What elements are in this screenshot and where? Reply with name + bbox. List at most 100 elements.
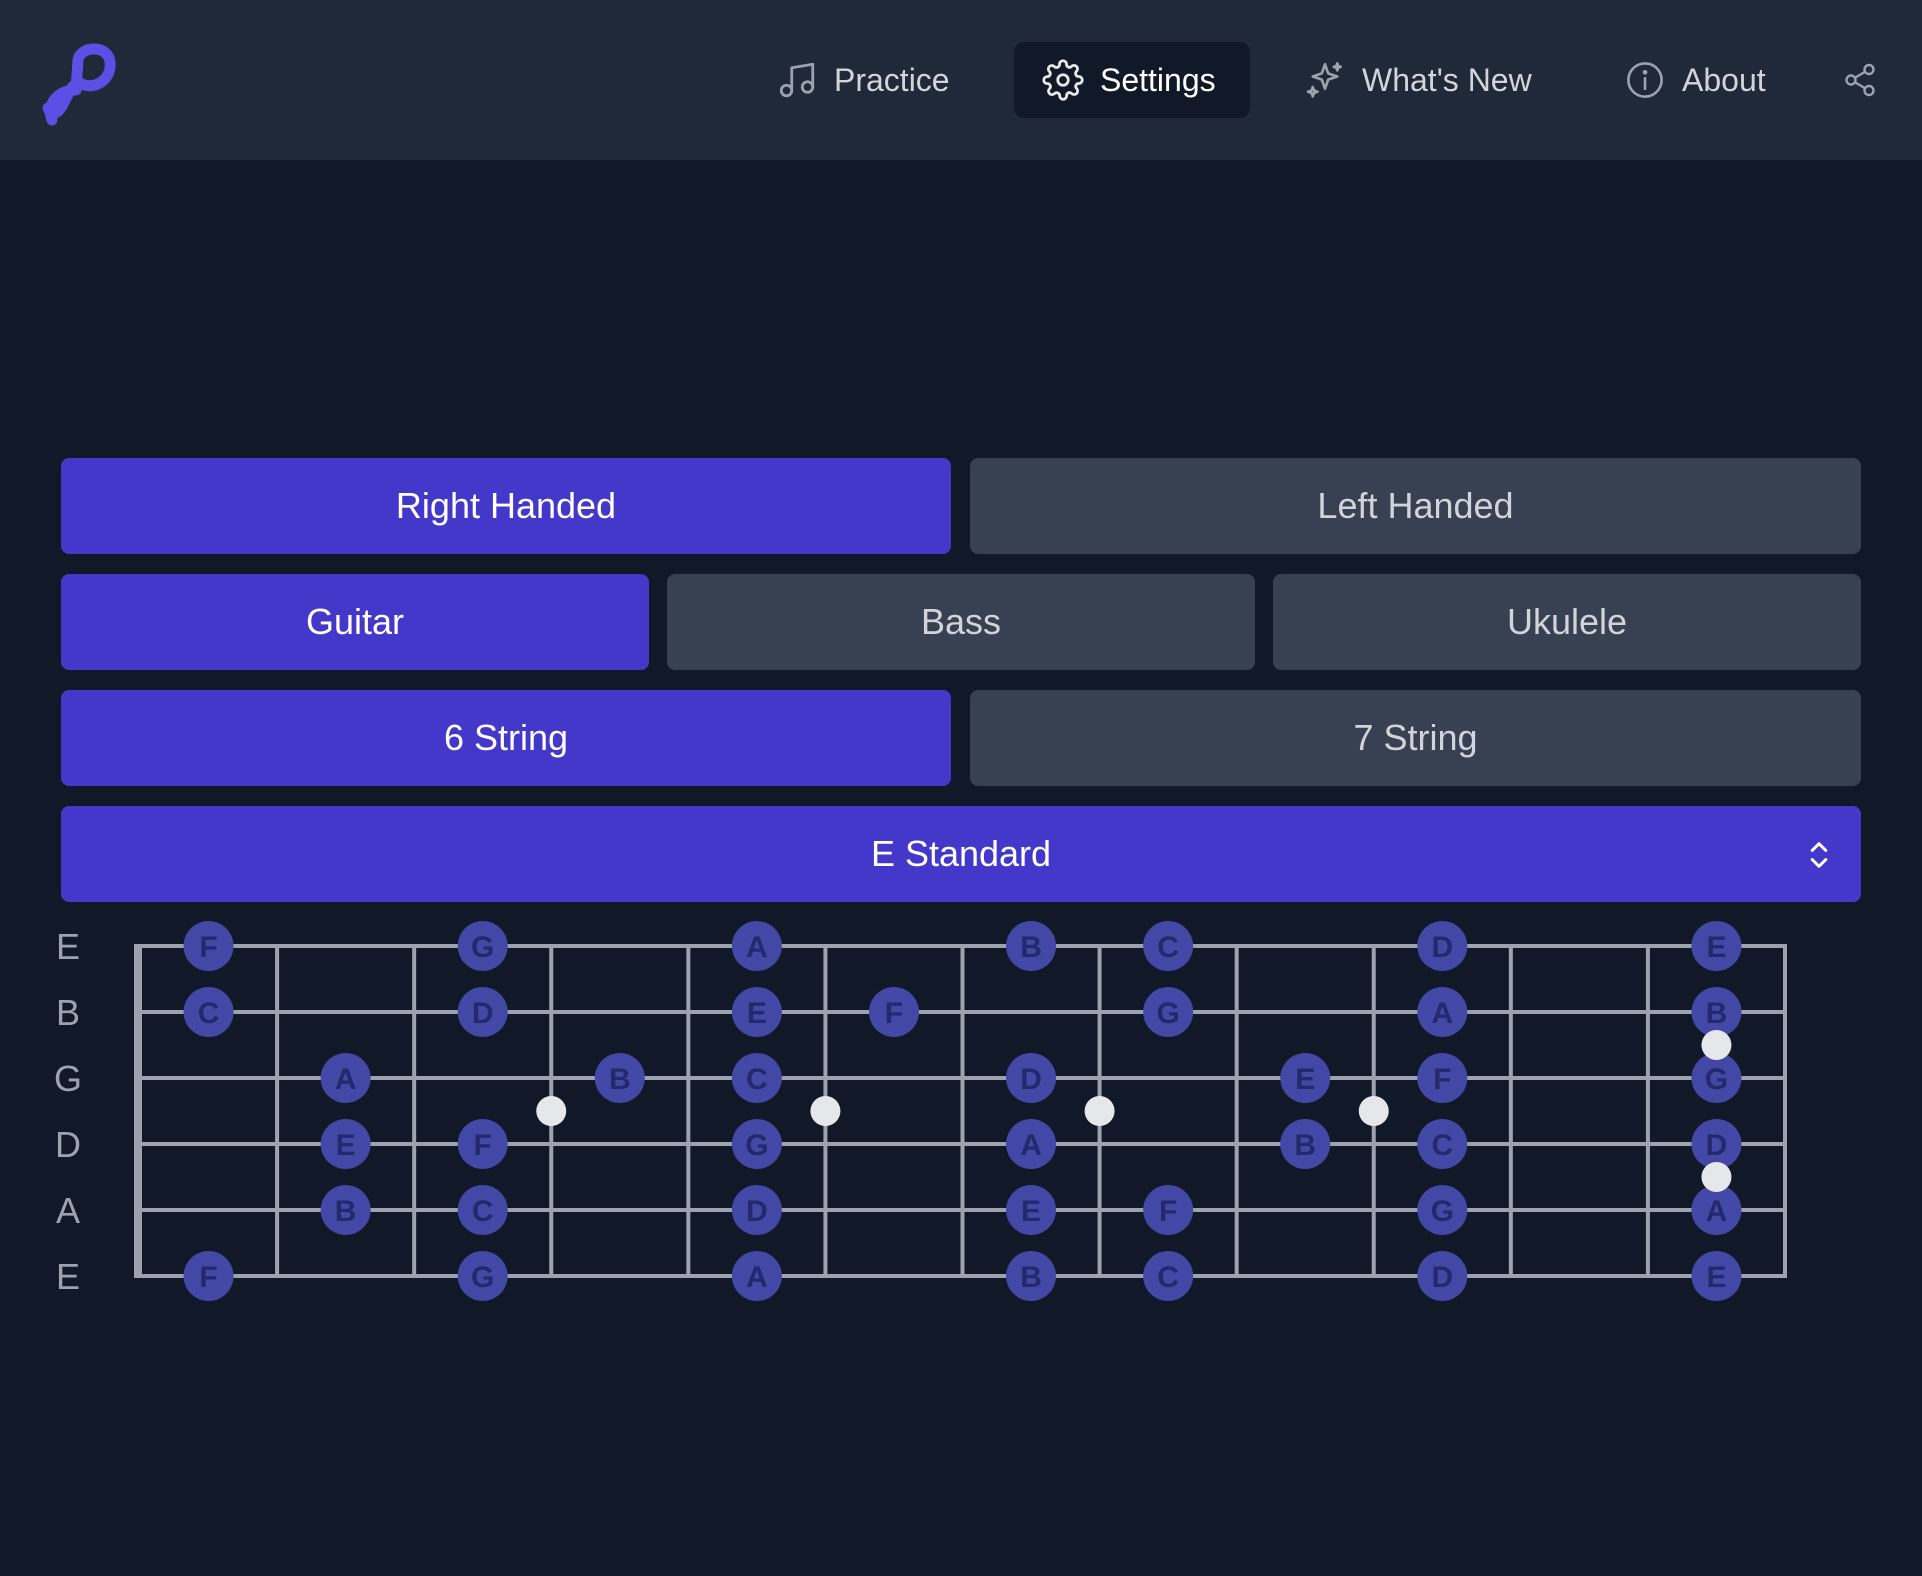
note-label: F <box>1159 1195 1177 1228</box>
note-label: C <box>472 1195 494 1228</box>
note-marker <box>1280 1053 1331 1103</box>
note-marker <box>457 1185 508 1235</box>
note-marker <box>1691 921 1742 971</box>
music-note-icon <box>779 62 815 98</box>
fret-inlay-dot <box>1701 1030 1732 1060</box>
note-marker <box>1280 1119 1331 1169</box>
app-logo-icon[interactable] <box>38 40 124 126</box>
note-label: G <box>1431 1195 1454 1228</box>
note-label: C <box>746 1063 768 1096</box>
note-marker <box>457 1119 508 1169</box>
note-label: D <box>1431 1261 1453 1294</box>
note-label: G <box>1705 1063 1728 1096</box>
note-marker <box>1691 987 1742 1037</box>
fret-inlay-dot <box>536 1096 567 1126</box>
string-label: E <box>56 1256 80 1297</box>
note-label: A <box>1431 997 1453 1030</box>
note-label: F <box>1433 1063 1451 1096</box>
note-label: G <box>745 1129 768 1162</box>
note-label: A <box>1706 1195 1728 1228</box>
note-label: D <box>1431 931 1453 964</box>
string-label: A <box>56 1190 80 1231</box>
note-marker <box>320 1185 371 1235</box>
nav-settings[interactable]: Settings <box>1014 42 1250 118</box>
nav-settings-label: Settings <box>1100 61 1216 98</box>
note-label: F <box>885 997 903 1030</box>
note-marker <box>1417 1119 1468 1169</box>
note-marker <box>183 1251 234 1301</box>
chevron-up-down-icon <box>1810 842 1828 868</box>
note-marker <box>1006 1053 1057 1103</box>
note-label: C <box>1431 1129 1453 1162</box>
string-label: D <box>55 1124 81 1165</box>
note-marker <box>1691 1185 1742 1235</box>
string-label: B <box>56 992 80 1033</box>
note-label: G <box>471 1261 494 1294</box>
six-string-button[interactable]: 6 String <box>61 690 951 786</box>
nav-about[interactable]: About <box>1624 42 1766 118</box>
note-marker <box>731 987 782 1037</box>
note-marker <box>1691 1251 1742 1301</box>
string-label: E <box>56 926 80 967</box>
note-marker <box>1691 1053 1742 1103</box>
note-label: A <box>1020 1129 1042 1162</box>
note-label: E <box>747 997 767 1030</box>
note-label: E <box>336 1129 356 1162</box>
note-label: D <box>1706 1129 1728 1162</box>
seven-string-button[interactable]: 7 String <box>970 690 1861 786</box>
gear-icon <box>1042 59 1084 101</box>
string-label: G <box>54 1058 82 1099</box>
note-label: D <box>746 1195 768 1228</box>
fret-inlay-dot <box>1358 1096 1389 1126</box>
note-marker <box>1006 1119 1057 1169</box>
note-marker <box>1006 921 1057 971</box>
note-marker <box>457 921 508 971</box>
nav-whats-new-label: What's New <box>1362 61 1532 98</box>
bass-button[interactable]: Bass <box>667 574 1255 670</box>
nav-about-label: About <box>1682 61 1766 98</box>
note-marker <box>1417 987 1468 1037</box>
note-marker <box>1143 1251 1194 1301</box>
note-marker <box>1143 987 1194 1037</box>
note-marker <box>731 1053 782 1103</box>
note-marker <box>731 1119 782 1169</box>
note-label: A <box>746 931 768 964</box>
note-marker <box>1143 921 1194 971</box>
note-label: C <box>1157 1261 1179 1294</box>
ukulele-button[interactable]: Ukulele <box>1273 574 1861 670</box>
note-label: E <box>1706 931 1726 964</box>
note-marker <box>183 921 234 971</box>
note-label: G <box>1156 997 1179 1030</box>
share-icon[interactable] <box>1842 62 1878 98</box>
info-icon <box>1627 62 1663 98</box>
fret-inlay-dot <box>1701 1162 1732 1192</box>
guitar-button[interactable]: Guitar <box>61 574 649 670</box>
note-marker <box>1417 1053 1468 1103</box>
note-marker <box>183 987 234 1037</box>
note-label: D <box>472 997 494 1030</box>
note-label: B <box>1706 997 1728 1030</box>
nav-practice[interactable]: Practice <box>776 42 950 118</box>
note-label: B <box>335 1195 357 1228</box>
note-label: A <box>335 1063 357 1096</box>
tuning-select[interactable]: E Standard <box>61 806 1861 902</box>
note-marker <box>320 1119 371 1169</box>
note-label: A <box>746 1261 768 1294</box>
note-marker <box>1417 921 1468 971</box>
nav-whats-new[interactable]: What's New <box>1304 42 1532 118</box>
right-handed-button[interactable]: Right Handed <box>61 458 951 554</box>
note-marker <box>731 1251 782 1301</box>
note-marker <box>1417 1251 1468 1301</box>
sparkles-icon <box>1306 62 1343 98</box>
note-label: E <box>1706 1261 1726 1294</box>
note-marker <box>1691 1119 1742 1169</box>
note-label: B <box>609 1063 631 1096</box>
nav-practice-label: Practice <box>834 61 950 98</box>
note-label: F <box>199 931 217 964</box>
fretboard-frame <box>138 944 1787 1278</box>
note-label: B <box>1020 931 1042 964</box>
fretboard: EBGDAEF G A B C D EC D E F G A BA B C D E F GE F G A B C DB C D E F G… <box>54 921 1787 1301</box>
fret-inlay-dot <box>1084 1096 1115 1126</box>
left-handed-button[interactable]: Left Handed <box>970 458 1861 554</box>
note-marker <box>731 1185 782 1235</box>
